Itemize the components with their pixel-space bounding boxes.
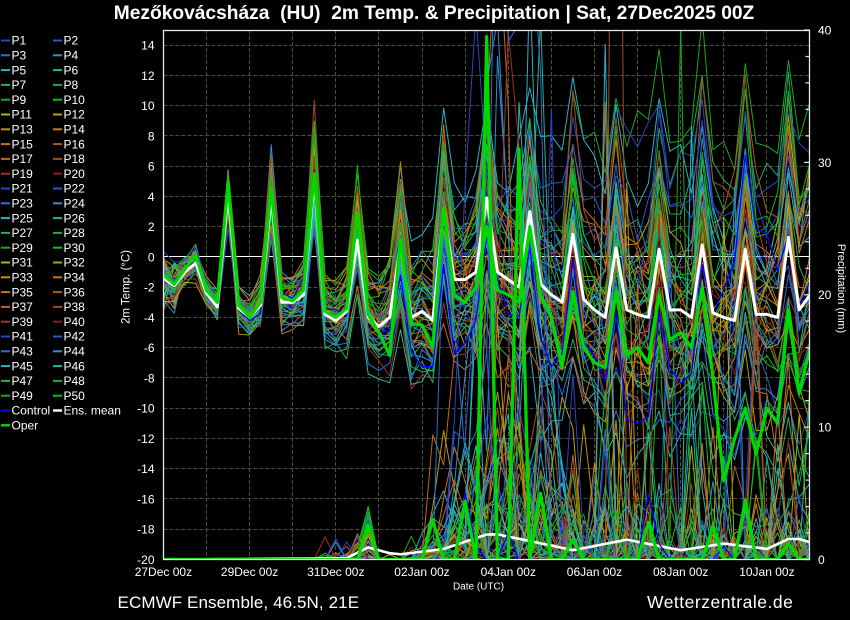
svg-text:Oper: Oper — [12, 419, 39, 433]
svg-text:P7: P7 — [12, 78, 27, 92]
svg-text:Wetterzentrale.de: Wetterzentrale.de — [647, 592, 793, 612]
svg-text:40: 40 — [818, 24, 832, 38]
svg-text:6: 6 — [148, 160, 155, 174]
svg-text:P23: P23 — [12, 197, 34, 211]
svg-text:P3: P3 — [12, 49, 27, 63]
svg-text:10Jan 00z: 10Jan 00z — [739, 565, 794, 579]
svg-text:P15: P15 — [12, 137, 34, 151]
svg-text:-4: -4 — [144, 311, 155, 325]
svg-text:P19: P19 — [12, 167, 34, 181]
svg-text:P21: P21 — [12, 182, 34, 196]
svg-text:27Dec 00z: 27Dec 00z — [135, 565, 192, 579]
svg-text:Control: Control — [12, 404, 51, 418]
svg-text:-16: -16 — [137, 493, 155, 507]
svg-text:-14: -14 — [137, 462, 155, 476]
svg-text:-2: -2 — [144, 281, 155, 295]
svg-text:P17: P17 — [12, 152, 34, 166]
svg-text:0: 0 — [148, 250, 155, 264]
svg-text:P45: P45 — [12, 359, 34, 373]
svg-text:P4: P4 — [64, 49, 79, 63]
svg-text:04Jan 00z: 04Jan 00z — [481, 565, 536, 579]
svg-text:P49: P49 — [12, 389, 34, 403]
svg-text:Precipitation (mm): Precipitation (mm) — [835, 244, 847, 333]
svg-text:P37: P37 — [12, 300, 34, 314]
svg-text:P32: P32 — [64, 256, 86, 270]
svg-text:2m Temp. (°C): 2m Temp. (°C) — [121, 250, 133, 324]
svg-text:P27: P27 — [12, 226, 34, 240]
svg-text:-18: -18 — [137, 523, 155, 537]
svg-text:31Dec 00z: 31Dec 00z — [307, 565, 364, 579]
svg-text:Ens. mean: Ens. mean — [64, 404, 121, 418]
svg-text:P24: P24 — [64, 197, 86, 211]
svg-text:P25: P25 — [12, 211, 34, 225]
svg-text:P26: P26 — [64, 211, 86, 225]
svg-text:Date (UTC): Date (UTC) — [453, 582, 504, 593]
svg-text:P22: P22 — [64, 182, 86, 196]
svg-text:-6: -6 — [144, 341, 155, 355]
svg-text:P5: P5 — [12, 63, 27, 77]
svg-text:P20: P20 — [64, 167, 86, 181]
svg-text:14: 14 — [141, 39, 155, 53]
svg-text:08Jan 00z: 08Jan 00z — [653, 565, 708, 579]
svg-text:P10: P10 — [64, 93, 86, 107]
svg-text:P28: P28 — [64, 226, 86, 240]
svg-text:P50: P50 — [64, 389, 86, 403]
svg-text:10: 10 — [818, 421, 832, 435]
svg-text:P48: P48 — [64, 374, 86, 388]
svg-text:P46: P46 — [64, 359, 86, 373]
svg-text:P38: P38 — [64, 300, 86, 314]
svg-text:P39: P39 — [12, 315, 34, 329]
svg-text:P43: P43 — [12, 345, 34, 359]
svg-text:-12: -12 — [137, 432, 155, 446]
svg-text:P35: P35 — [12, 285, 34, 299]
svg-text:Mezőkovácsháza (HU) 2m Temp.: Mezőkovácsháza (HU) 2m Temp. & Precipita… — [114, 3, 755, 24]
svg-text:P1: P1 — [12, 34, 27, 48]
svg-text:P42: P42 — [64, 330, 86, 344]
svg-text:P30: P30 — [64, 241, 86, 255]
svg-text:P14: P14 — [64, 123, 86, 137]
svg-text:P13: P13 — [12, 123, 34, 137]
svg-text:P29: P29 — [12, 241, 34, 255]
svg-text:P12: P12 — [64, 108, 86, 122]
svg-text:-10: -10 — [137, 402, 155, 416]
svg-text:4: 4 — [148, 190, 155, 204]
svg-text:P11: P11 — [12, 108, 33, 122]
svg-text:P40: P40 — [64, 315, 86, 329]
svg-text:20: 20 — [818, 288, 832, 302]
svg-text:P16: P16 — [64, 137, 86, 151]
svg-text:P9: P9 — [12, 93, 27, 107]
svg-text:10: 10 — [141, 99, 155, 113]
svg-text:P44: P44 — [64, 345, 86, 359]
svg-text:06Jan 00z: 06Jan 00z — [567, 565, 622, 579]
svg-text:P41: P41 — [12, 330, 34, 344]
svg-text:P6: P6 — [64, 63, 79, 77]
svg-text:30: 30 — [818, 156, 832, 170]
svg-text:P34: P34 — [64, 271, 86, 285]
svg-text:-8: -8 — [144, 372, 155, 386]
svg-text:P36: P36 — [64, 285, 86, 299]
svg-text:ECMWF Ensemble, 46.5N, 21E: ECMWF Ensemble, 46.5N, 21E — [118, 593, 360, 612]
svg-text:2: 2 — [148, 220, 155, 234]
svg-text:P2: P2 — [64, 34, 79, 48]
svg-text:P33: P33 — [12, 271, 34, 285]
svg-text:P18: P18 — [64, 152, 86, 166]
svg-text:P8: P8 — [64, 78, 79, 92]
svg-text:8: 8 — [148, 129, 155, 143]
svg-text:P47: P47 — [12, 374, 34, 388]
svg-text:02Jan 00z: 02Jan 00z — [394, 565, 449, 579]
svg-text:12: 12 — [141, 69, 155, 83]
svg-text:P31: P31 — [12, 256, 34, 270]
svg-text:0: 0 — [818, 553, 825, 567]
svg-text:29Dec 00z: 29Dec 00z — [221, 565, 278, 579]
